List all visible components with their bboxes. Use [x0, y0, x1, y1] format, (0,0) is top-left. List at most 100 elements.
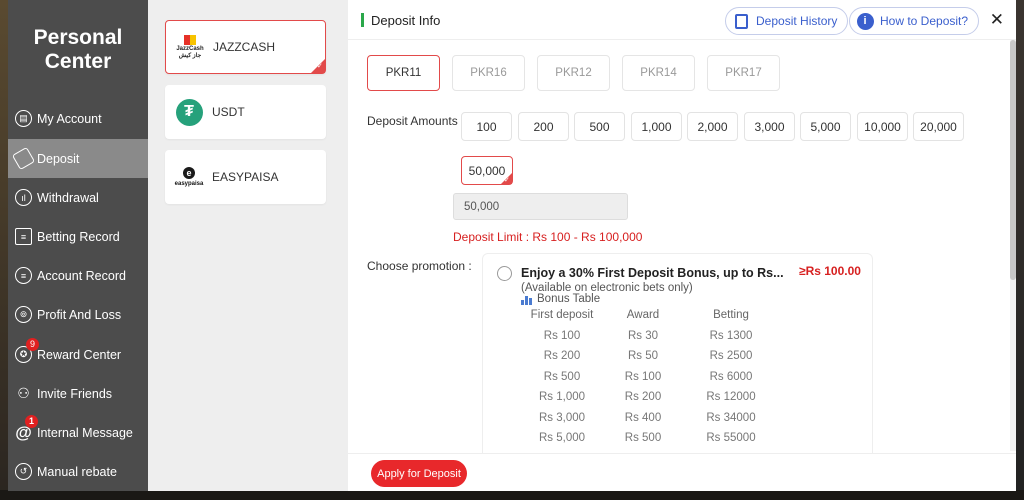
currency-label: PKR11 — [385, 67, 422, 79]
table-header-first-deposit: First deposit — [530, 309, 594, 321]
sidebar-item-withdrawal[interactable]: ıl Withdrawal — [8, 178, 148, 217]
amount-option[interactable]: 3,000 — [744, 112, 795, 141]
sidebar-item-betting-record[interactable]: ≡ Betting Record — [8, 217, 148, 256]
amount-option[interactable]: 20,000 — [913, 112, 964, 141]
deposit-history-label: Deposit History — [756, 14, 838, 28]
footer: Apply for Deposit — [348, 453, 1016, 491]
users-icon: ⚇ — [17, 385, 30, 401]
sidebar-item-label: Account Record — [37, 268, 126, 283]
table-cell: Rs 1,000 — [538, 391, 586, 403]
currency-label: PKR14 — [640, 67, 677, 79]
wallet-icon: ▤ — [15, 110, 32, 127]
table-cell: Rs 400 — [624, 412, 662, 424]
amount-label: 1,000 — [641, 119, 672, 134]
deposit-history-button[interactable]: Deposit History — [725, 7, 849, 35]
background-right — [1016, 0, 1024, 500]
sidebar-item-label: Betting Record — [37, 229, 120, 244]
table-cell: Rs 34000 — [706, 412, 756, 424]
scrollbar-thumb[interactable] — [1010, 40, 1016, 280]
sidebar-title-line2: Center — [44, 50, 112, 73]
tether-icon: ₮ — [175, 98, 203, 126]
deposit-limit-text: Deposit Limit : Rs 100 - Rs 100,000 — [453, 230, 643, 244]
amount-option[interactable]: 2,000 — [687, 112, 738, 141]
currency-tab[interactable]: PKR14 — [622, 55, 695, 91]
amount-option[interactable]: 5,000 — [800, 112, 851, 141]
sidebar-item-profit-loss[interactable]: ⊚ Profit And Loss — [8, 295, 148, 334]
currency-label: PKR17 — [725, 67, 762, 79]
clipboard-icon: ≡ — [15, 228, 32, 245]
method-usdt[interactable]: ₮ USDT — [165, 85, 326, 139]
currency-tab[interactable]: PKR11 — [367, 55, 440, 91]
sidebar-item-invite-friends[interactable]: ⚇ Invite Friends — [8, 374, 148, 413]
close-icon[interactable]: ✕ — [990, 10, 1004, 30]
header-accent-bar — [361, 13, 364, 27]
background-left — [0, 0, 8, 500]
sidebar-item-reward-center[interactable]: ✪ 9 Reward Center — [8, 335, 148, 374]
amount-option[interactable]: 10,000 — [857, 112, 908, 141]
amount-option[interactable]: 500 — [574, 112, 625, 141]
jazzcash-logo-text: JazzCash — [176, 45, 204, 52]
amount-label: 500 — [589, 119, 610, 134]
sidebar-item-label: Manual rebate — [37, 464, 117, 479]
sidebar-item-label: Deposit — [37, 151, 80, 166]
sidebar-item-label: My Account — [37, 111, 102, 126]
how-to-deposit-label: How to Deposit? — [880, 14, 969, 28]
promotion-title: Enjoy a 30% First Deposit Bonus, up to R… — [521, 266, 784, 280]
method-easypaisa[interactable]: e easypaisa EASYPAISA — [165, 150, 326, 204]
bar-chart-icon: ıl — [15, 189, 32, 206]
method-label: JAZZCASH — [213, 40, 276, 54]
bonus-table-label: Bonus Table — [521, 293, 600, 305]
table-cell: Rs 1300 — [709, 330, 753, 342]
currency-tab[interactable]: PKR12 — [537, 55, 610, 91]
currency-tab[interactable]: PKR16 — [452, 55, 525, 91]
deposit-modal: Personal Center ▤ My Account Deposit ıl … — [8, 0, 1016, 491]
jazzcash-logo-subtext: جاز کیش — [178, 52, 202, 59]
apply-for-deposit-button[interactable]: Apply for Deposit — [371, 460, 467, 487]
at-sign-icon: @1 — [15, 415, 38, 442]
amount-option[interactable]: 1,000 — [631, 112, 682, 141]
table-header-betting: Betting — [713, 309, 749, 321]
easypaisa-logo-text: easypaisa — [174, 180, 204, 187]
selected-check-icon — [311, 59, 325, 73]
info-icon: i — [856, 12, 874, 30]
notification-badge: 1 — [25, 415, 38, 428]
sidebar-item-label: Profit And Loss — [37, 307, 122, 322]
jazzcash-logo: JazzCash جاز کیش — [176, 33, 204, 61]
chart-icon: ⊚ — [15, 306, 32, 323]
sidebar-item-deposit[interactable]: Deposit — [8, 139, 148, 178]
promotion-radio[interactable] — [497, 266, 512, 281]
sidebar-item-label: Withdrawal — [37, 190, 99, 205]
table-cell: Rs 6000 — [709, 371, 753, 383]
amount-option[interactable]: 200 — [518, 112, 569, 141]
sidebar-item-label: Invite Friends — [37, 386, 113, 401]
table-cell: Rs 100 — [543, 330, 581, 342]
list-icon: ≡ — [15, 267, 32, 284]
currency-tab[interactable]: PKR17 — [707, 55, 780, 91]
background-bottom — [0, 490, 1024, 500]
sidebar-item-account-record[interactable]: ≡ Account Record — [8, 256, 148, 295]
table-cell: Rs 50 — [627, 350, 659, 362]
sidebar-item-manual-rebate[interactable]: ↺ Manual rebate — [8, 452, 148, 491]
deposit-info-panel: Deposit Info Deposit History i How to De… — [348, 0, 1016, 491]
amount-option[interactable]: 100 — [461, 112, 512, 141]
amount-label: 2,000 — [697, 119, 728, 134]
amount-label: 200 — [533, 119, 554, 134]
usdt-logo: ₮ — [175, 98, 203, 126]
rebate-icon: ↺ — [15, 463, 32, 480]
method-label: EASYPAISA — [212, 170, 279, 184]
promotion-min-amount: ≥Rs 100.00 — [799, 264, 861, 278]
currency-label: PKR12 — [555, 67, 592, 79]
method-jazzcash[interactable]: JazzCash جاز کیش JAZZCASH — [165, 20, 326, 74]
amount-label: 50,000 — [468, 163, 506, 178]
table-header-award: Award — [626, 309, 660, 321]
how-to-deposit-button[interactable]: i How to Deposit? — [849, 7, 980, 35]
deposit-amount-input[interactable] — [453, 193, 628, 220]
sidebar-item-internal-message[interactable]: @1 Internal Message — [8, 413, 148, 452]
easypaisa-logo: e easypaisa — [175, 163, 203, 191]
card-icon — [11, 146, 36, 171]
amount-option-selected[interactable]: 50,000 — [461, 156, 513, 185]
amount-label: 3,000 — [754, 119, 785, 134]
table-cell: Rs 2500 — [709, 350, 753, 362]
sidebar-item-my-account[interactable]: ▤ My Account — [8, 99, 148, 138]
table-cell: Rs 500 — [543, 371, 581, 383]
